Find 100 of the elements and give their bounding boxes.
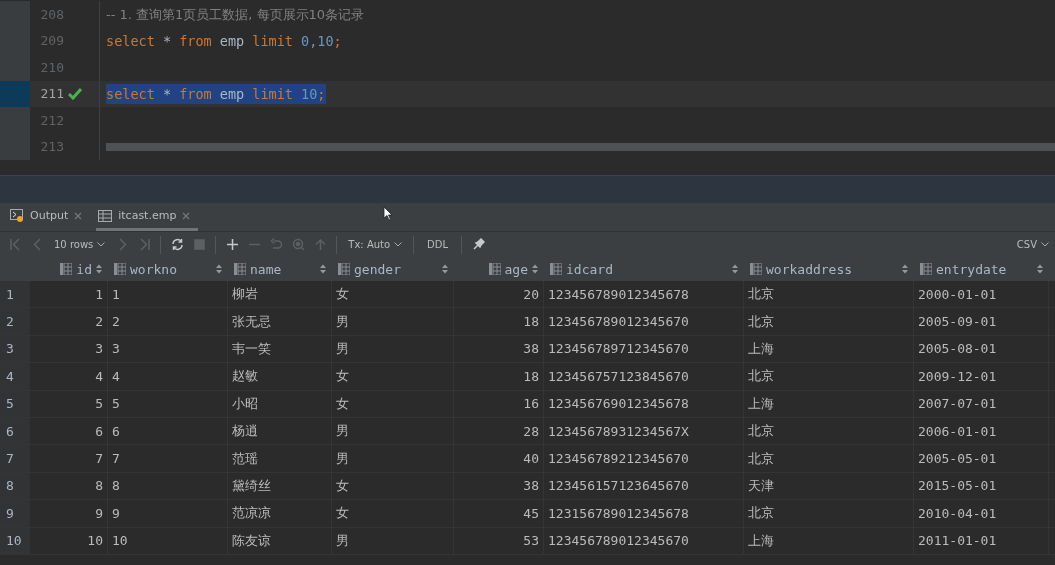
table-cell: 53 (523, 533, 539, 549)
table-cell: 123456769012345678 (548, 396, 689, 412)
table-cell: 5 (95, 396, 103, 412)
line-number: 208 (39, 6, 64, 22)
table-cell: 女 (336, 367, 349, 386)
table-cell: 20 (523, 286, 539, 302)
gutter-segment (0, 107, 30, 134)
horizontal-scrollbar[interactable] (106, 143, 1055, 151)
table-cell: 上海 (748, 531, 774, 550)
column-icon (60, 263, 73, 275)
table-cell: 10 (87, 533, 103, 549)
sort-icon[interactable] (216, 264, 222, 274)
column-icon (338, 263, 350, 275)
table-cell: 2005-09-01 (918, 314, 997, 330)
row-number: 5 (0, 390, 30, 417)
splitter-bar[interactable] (0, 175, 1055, 203)
table-cell: 8 (112, 478, 120, 494)
table-cell: 1 (112, 286, 120, 302)
table-cell: 范凉凉 (232, 504, 271, 523)
first-icon (8, 238, 22, 251)
table-cell: 2015-05-01 (918, 478, 997, 494)
table-cell: 女 (336, 394, 349, 413)
table-cell: 女 (336, 504, 349, 523)
table-cell: 北京 (748, 285, 774, 304)
column-header[interactable]: workno (108, 257, 228, 281)
line-number: 213 (39, 139, 64, 155)
table-cell: 3 (112, 341, 120, 357)
table-cell: 123456789012345678 (548, 286, 689, 302)
table-cell: 赵敏 (232, 367, 258, 386)
table-cell: 北京 (748, 367, 774, 386)
column-header[interactable]: id (30, 257, 108, 281)
table-cell: 16 (523, 396, 539, 412)
sort-icon[interactable] (442, 264, 448, 274)
line-number: 212 (39, 112, 64, 128)
result-tab[interactable]: Output (8, 203, 91, 231)
table-cell: 小昭 (232, 394, 258, 413)
table-cell: 123456789012345670 (548, 314, 689, 330)
table-cell: 韦一笑 (232, 339, 271, 358)
row-number: 2 (0, 308, 30, 335)
table-cell: 4 (95, 368, 103, 384)
close-icon[interactable] (182, 211, 191, 220)
table-cell: 张无忌 (232, 312, 271, 331)
close-icon[interactable] (74, 211, 83, 220)
table-cell: 陈友谅 (232, 531, 271, 550)
dropdown[interactable]: 10 rows (48, 239, 112, 250)
column-header[interactable]: name (228, 257, 332, 281)
table-cell: 杨逍 (232, 422, 258, 441)
sort-icon[interactable] (96, 264, 102, 274)
table-cell: 38 (523, 478, 539, 494)
table-cell: 2007-07-01 (918, 396, 997, 412)
table-cell: 7 (112, 451, 120, 467)
column-header[interactable]: gender (332, 257, 454, 281)
table-cell: 2005-08-01 (918, 341, 997, 357)
column-header[interactable]: idcard (544, 257, 744, 281)
column-header[interactable]: age (454, 257, 544, 281)
column-icon (488, 263, 501, 275)
table-cell: 12345678931234567X (548, 423, 689, 439)
table-cell: 上海 (748, 339, 774, 358)
sort-icon[interactable] (532, 264, 538, 274)
table-cell: 123456789012345670 (548, 533, 689, 549)
preview-icon (291, 238, 305, 251)
prev-icon (30, 238, 44, 251)
row-number: 4 (0, 363, 30, 390)
table-cell: 男 (336, 449, 349, 468)
table-cell: 28 (523, 423, 539, 439)
column-icon (750, 263, 762, 275)
table-cell: 38 (523, 341, 539, 357)
table-cell: 6 (95, 423, 103, 439)
line-number: 209 (39, 33, 64, 49)
dropdown[interactable]: Tx: Auto (342, 239, 409, 250)
sort-icon[interactable] (320, 264, 326, 274)
table-cell: 范瑶 (232, 449, 258, 468)
table-cell: 18 (523, 368, 539, 384)
table-cell: 6 (112, 423, 120, 439)
sort-icon[interactable] (1037, 264, 1043, 274)
table-cell: 8 (95, 478, 103, 494)
pin-icon (471, 238, 485, 251)
column-header[interactable]: workaddress (744, 257, 914, 281)
row-number: 10 (0, 527, 30, 554)
line-number: 211 (39, 86, 64, 102)
submit-icon (313, 238, 327, 251)
export-format-dropdown[interactable]: CSV (1010, 239, 1055, 250)
table-cell: 18 (523, 314, 539, 330)
table-cell: 男 (336, 531, 349, 550)
column-header[interactable]: entrydate (914, 257, 1049, 281)
table-cell: 123456157123645670 (548, 478, 689, 494)
table-cell: 天津 (748, 476, 774, 495)
table-cell: 9 (95, 505, 103, 521)
line-number: 210 (39, 59, 64, 75)
table-cell: 上海 (748, 394, 774, 413)
sort-icon[interactable] (732, 264, 738, 274)
table-cell: 男 (336, 422, 349, 441)
console-icon (10, 209, 24, 222)
table-cell: 柳岩 (232, 285, 258, 304)
table-cell: 123456789212345670 (548, 451, 689, 467)
ddl-button[interactable]: DDL (419, 239, 457, 250)
gutter-segment (0, 54, 30, 81)
sort-icon[interactable] (902, 264, 908, 274)
column-icon (920, 263, 932, 275)
table-cell: 2 (95, 314, 103, 330)
